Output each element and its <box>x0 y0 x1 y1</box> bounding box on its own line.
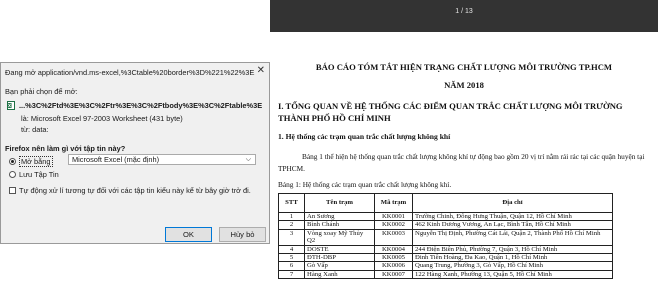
table-header-row: STT Tên trạm Mã trạm Địa chỉ <box>278 193 613 213</box>
header-stt: STT <box>278 193 305 213</box>
table-row: 3 Vòng xoay Mỹ Thủy Q2 KK0003 Nguyễn Thị… <box>278 228 613 246</box>
cell-station-code: KK0007 <box>374 269 413 280</box>
section-heading: I. TỔNG QUAN VỀ HỆ THỐNG CÁC ĐIỂM QUAN T… <box>278 101 623 123</box>
report-title: BÁO CÁO TÓM TẮT HIỆN TRẠNG CHẤT LƯỢNG MÔ… <box>315 62 613 72</box>
file-info-row: ...%3C%2Ftd%3E%3C%2Ftr%3E%3C%2Ftbody%3E%… <box>7 101 265 110</box>
radio-selected-icon[interactable] <box>9 158 16 165</box>
cell-station-code: KK0002 <box>374 220 413 230</box>
header-station-name: Tên trạm <box>304 193 375 213</box>
pdf-page: BÁO CÁO TÓM TẮT HIỆN TRẠNG CHẤT LƯỢNG MÔ… <box>270 32 658 306</box>
body-paragraph: Bảng 1 thể hiện hệ thống quan trắc chất … <box>278 152 645 173</box>
ok-button[interactable]: OK <box>165 227 212 242</box>
excel-file-icon <box>7 101 15 110</box>
cell-stt: 3 <box>278 228 305 246</box>
cell-stt: 5 <box>278 253 305 263</box>
cell-address: Quang Trung, Phường 3, Gò Vấp, Hồ Chí Mi… <box>412 261 613 271</box>
stations-table: STT Tên trạm Mã trạm Địa chỉ 1 An Sương … <box>278 193 613 280</box>
table-row: 1 An Sương KK0001 Trường Chinh, Đông Hưn… <box>278 211 613 222</box>
cell-station-name: Vòng xoay Mỹ Thủy Q2 <box>304 228 375 246</box>
cell-address: Nguyễn Thị Định, Phường Cát Lái, Quận 2,… <box>412 228 613 246</box>
header-address: Địa chỉ <box>412 193 613 213</box>
application-select-value: Microsoft Excel (mặc định) <box>72 155 160 164</box>
save-file-label[interactable]: Lưu Tập Tin <box>19 170 59 179</box>
file-source: từ: data: <box>21 125 49 134</box>
chevron-down-icon[interactable]: ⌵ <box>246 155 251 164</box>
cell-station-code: KK0005 <box>374 253 413 263</box>
table-caption: Bảng 1: Hệ thống các trạm quan trắc chất… <box>278 180 452 189</box>
cell-address: 244 Điện Biên Phủ, Phường 7, Quận 3, Hồ … <box>412 244 613 255</box>
dialog-title: Đang mở application/vnd.ms-excel,%3Ctabl… <box>5 68 255 77</box>
cancel-button[interactable]: Hủy bỏ <box>219 227 266 242</box>
file-name: ...%3C%2Ftd%3E%3C%2Ftr%3E%3C%2Ftbody%3E%… <box>19 101 263 110</box>
cell-station-name: An Sương <box>304 211 375 222</box>
cell-stt: 7 <box>278 269 305 280</box>
cell-station-code: KK0006 <box>374 261 413 271</box>
auto-handle-label[interactable]: Tự động xử lí tương tự đối với các tập t… <box>19 186 251 195</box>
close-icon[interactable]: ✕ <box>257 65 265 76</box>
cell-station-code: KK0004 <box>374 244 413 255</box>
table-row: 4 DOSTE KK0004 244 Điện Biên Phủ, Phường… <box>278 244 613 255</box>
cell-stt: 1 <box>278 211 305 222</box>
cell-station-code: KK0003 <box>374 228 413 246</box>
viewer-toolbar: 1 / 13 <box>270 0 658 32</box>
table-row: 5 ĐTH-DBP KK0005 Đinh Tiên Hoàng, Đa Kao… <box>278 253 613 263</box>
table-row: 2 Bình Chánh KK0002 462 Kinh Dương Vương… <box>278 220 613 230</box>
cell-station-name: Bình Chánh <box>304 220 375 230</box>
open-with-label[interactable]: Mở bằng <box>19 156 53 167</box>
application-select[interactable]: Microsoft Excel (mặc định) ⌵ <box>68 154 256 165</box>
dialog-prompt: Bạn phải chọn để mở: <box>5 87 78 96</box>
cell-stt: 4 <box>278 244 305 255</box>
pdf-viewer: 1 / 13 BÁO CÁO TÓM TẮT HIỆN TRẠNG CHẤT L… <box>270 0 658 306</box>
download-dialog: Đang mở application/vnd.ms-excel,%3Ctabl… <box>0 62 270 244</box>
save-file-radio[interactable]: Lưu Tập Tin <box>9 170 59 179</box>
cell-address: 462 Kinh Dương Vương, An Lạc, Bình Tân, … <box>412 220 613 230</box>
cell-station-name: Hàng Xanh <box>304 269 375 280</box>
cell-station-code: KK0001 <box>374 211 413 222</box>
cell-stt: 6 <box>278 261 305 271</box>
cell-stt: 2 <box>278 220 305 230</box>
cell-station-name: Gò Vấp <box>304 261 375 271</box>
auto-handle-checkbox-row[interactable]: Tự động xử lí tương tự đối với các tập t… <box>9 186 251 195</box>
table-row: 7 Hàng Xanh KK0007 122 Hàng Xanh, Phường… <box>278 269 613 280</box>
file-type: là: Microsoft Excel 97-2003 Worksheet (4… <box>21 114 183 123</box>
cell-station-name: DOSTE <box>304 244 375 255</box>
cell-address: Đinh Tiên Hoàng, Đa Kao, Quận 1, Hồ Chí … <box>412 253 613 263</box>
subsection-heading: 1. Hệ thống các trạm quan trắc chất lượn… <box>278 132 451 141</box>
report-year: NĂM 2018 <box>444 80 484 90</box>
cell-address: Trường Chinh, Đông Hưng Thuận, Quận 12, … <box>412 211 613 222</box>
radio-empty-icon[interactable] <box>9 171 16 178</box>
cell-station-name: ĐTH-DBP <box>304 253 375 263</box>
header-station-code: Mã trạm <box>374 193 413 213</box>
table-row: 6 Gò Vấp KK0006 Quang Trung, Phường 3, G… <box>278 261 613 271</box>
open-with-radio[interactable]: Mở bằng <box>9 156 53 167</box>
action-question: Firefox nên làm gì với tập tin này? <box>5 144 126 153</box>
auto-handle-checkbox[interactable] <box>9 187 16 194</box>
page-indicator: 1 / 13 <box>455 8 473 15</box>
cell-address: 122 Hàng Xanh, Phường 13, Quận 5, Hồ Chí… <box>412 269 613 280</box>
